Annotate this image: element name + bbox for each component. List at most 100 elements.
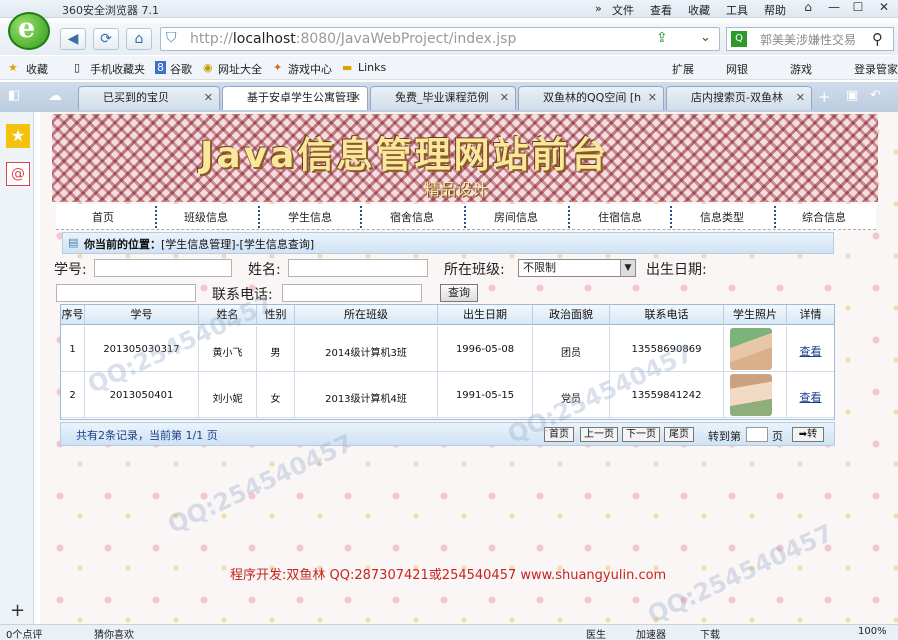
favorites-star-icon[interactable]: ★ (6, 124, 30, 148)
table-cell: 黄小飞 (199, 326, 257, 372)
tab-close-icon[interactable]: ✕ (204, 87, 213, 109)
menu-tools[interactable]: 工具 (726, 2, 748, 18)
status-zoom[interactable]: 100% (858, 626, 887, 637)
class-select[interactable]: 不限制 (518, 259, 636, 277)
tab-close-icon[interactable]: ✕ (352, 87, 361, 109)
close-window-button[interactable]: ✕ (872, 0, 896, 17)
first-page-button[interactable]: 首页 (544, 427, 574, 442)
goto-page-input[interactable] (746, 427, 768, 442)
name-input[interactable] (288, 259, 428, 277)
status-reviews[interactable]: 0个点评 (6, 626, 42, 640)
phone-input[interactable] (282, 284, 422, 302)
table-cell (724, 372, 787, 418)
tool-bank[interactable]: 网银 (726, 61, 748, 77)
tool-games[interactable]: 游戏 (790, 61, 812, 77)
nav-home[interactable]: 首页 (92, 209, 114, 225)
sidebar-toggle-icon[interactable]: ◧ (8, 88, 20, 103)
share-icon[interactable]: ⇪ (656, 30, 668, 46)
th-birth: 出生日期 (438, 305, 533, 325)
chevron-down-icon[interactable]: ▼ (620, 260, 635, 276)
maximize-button[interactable]: ☐ (846, 0, 870, 17)
menu-favorites[interactable]: 收藏 (688, 2, 710, 18)
tab-purchased[interactable]: 已买到的宝贝 ✕ (78, 86, 220, 110)
prev-page-button[interactable]: 上一页 (580, 427, 618, 442)
tab-free[interactable]: 免费_毕业课程范例 ✕ (370, 86, 516, 110)
tab-active[interactable]: 基于安卓学生公寓管理 ✕ (222, 86, 368, 110)
fav-google[interactable]: 谷歌 (170, 61, 192, 77)
nav-info-type[interactable]: 信息类型 (700, 209, 744, 225)
th-id: 学号 (85, 305, 199, 325)
banner-subtitle: 精品设计 (424, 180, 489, 199)
name-label: 姓名: (248, 262, 281, 278)
last-page-button[interactable]: 尾页 (664, 427, 694, 442)
menu-arrows[interactable]: » (595, 2, 602, 15)
th-name: 姓名 (199, 305, 257, 325)
add-panel-icon[interactable]: + (10, 600, 25, 621)
tab-list-icon[interactable]: ▣ (846, 88, 858, 103)
status-doctor[interactable]: 医生 (586, 626, 606, 640)
tab-close-icon[interactable]: ✕ (500, 87, 509, 109)
dropdown-icon[interactable]: ⌄ (700, 30, 711, 45)
nav-info[interactable]: 综合信息 (802, 209, 846, 225)
search-engine-icon[interactable]: Q (731, 31, 747, 47)
google-icon: 8 (155, 61, 166, 74)
nav-separator (360, 206, 362, 228)
th-no: 序号 (61, 305, 85, 325)
status-download[interactable]: 下载 (700, 626, 720, 640)
nav-class[interactable]: 班级信息 (184, 209, 228, 225)
tool-login[interactable]: 登录管家 (854, 61, 898, 77)
window-title: 360安全浏览器 7.1 (62, 4, 159, 17)
tab-shop[interactable]: 店内搜索页-双鱼林 ✕ (666, 86, 812, 110)
fav-mobile[interactable]: 手机收藏夹 (90, 61, 145, 77)
skin-icon[interactable]: ⌂ (796, 0, 820, 17)
undo-icon[interactable]: ↶ (870, 88, 881, 103)
tab-close-icon[interactable]: ✕ (648, 87, 657, 109)
tab-close-icon[interactable]: ✕ (796, 87, 805, 109)
table-cell (724, 326, 787, 372)
menu-file[interactable]: 文件 (612, 2, 634, 18)
search-input[interactable]: 郭美美涉嫌性交易 (760, 31, 856, 48)
cloud-icon[interactable]: ☁ (48, 88, 62, 104)
nav-room[interactable]: 房间信息 (494, 209, 538, 225)
fav-sites[interactable]: 网址大全 (218, 61, 262, 77)
th-politics: 政治面貌 (533, 305, 610, 325)
back-button[interactable]: ◀ (60, 28, 86, 50)
new-tab-icon[interactable]: + (818, 88, 831, 106)
page-unit-label: 页 (772, 430, 783, 443)
menu-view[interactable]: 查看 (650, 2, 672, 18)
address-url[interactable]: http://localhost:8080/JavaWebProject/ind… (190, 31, 516, 47)
nav-student[interactable]: 学生信息 (288, 209, 332, 225)
fav-links[interactable]: Links (358, 61, 386, 74)
search-icon[interactable]: ⚲ (872, 30, 883, 48)
location-icon: ▤ (68, 236, 79, 249)
fav-games[interactable]: 游戏中心 (288, 61, 332, 77)
fav-collect[interactable]: 收藏 (26, 61, 48, 77)
nav-stay[interactable]: 住宿信息 (598, 209, 642, 225)
next-page-button[interactable]: 下一页 (622, 427, 660, 442)
goto-button[interactable]: ➡转 (792, 427, 824, 442)
refresh-button[interactable]: ⟳ (93, 28, 119, 50)
birth-label: 出生日期: (646, 262, 707, 278)
banner-title: Java信息管理网站前台 (200, 135, 610, 176)
game-icon: ✦ (273, 61, 283, 74)
detail-link[interactable]: 查看 (800, 391, 822, 404)
nav-dorm[interactable]: 宿舍信息 (390, 209, 434, 225)
tool-extend[interactable]: 扩展 (672, 61, 694, 77)
minimize-button[interactable]: — (822, 0, 846, 17)
status-accelerator[interactable]: 加速器 (636, 626, 666, 640)
table-cell: 团员 (533, 326, 610, 372)
globe-icon: ◉ (203, 61, 213, 74)
home-button[interactable]: ⌂ (126, 28, 152, 50)
student-photo (730, 328, 772, 370)
query-button[interactable]: 查询 (440, 284, 478, 302)
detail-link[interactable]: 查看 (800, 345, 822, 358)
student-no-input[interactable] (94, 259, 232, 277)
birth-input[interactable] (56, 284, 196, 302)
tab-qq[interactable]: 双鱼林的QQ空间 [h ✕ (518, 86, 664, 110)
mail-icon[interactable]: @ (6, 162, 30, 186)
table-cell: 13558690869 (610, 326, 724, 372)
menu-help[interactable]: 帮助 (764, 2, 786, 18)
status-hint[interactable]: 猜你喜欢 (94, 626, 134, 640)
nav-separator (258, 206, 260, 228)
table-cell: 13559841242 (610, 372, 724, 418)
